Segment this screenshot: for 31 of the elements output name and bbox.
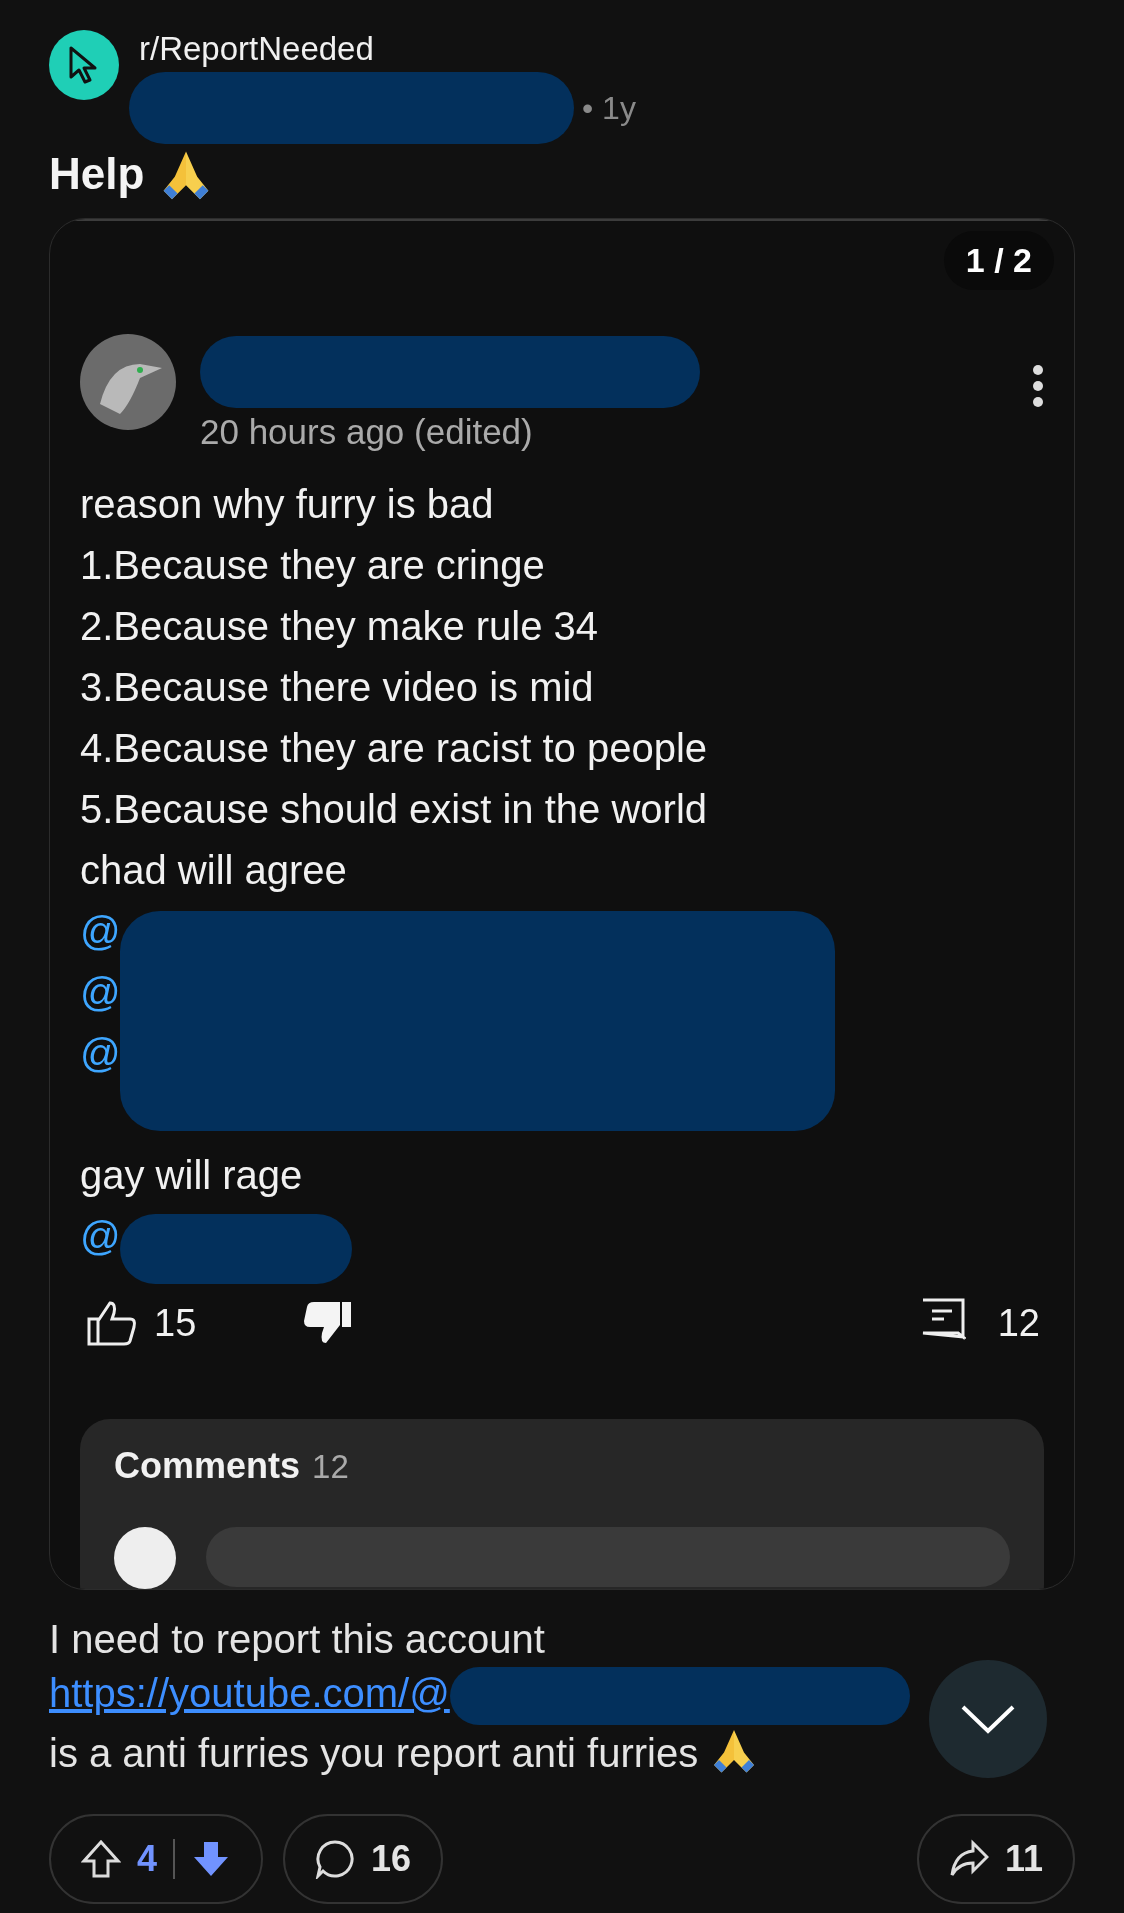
comments-count: 12 bbox=[312, 1448, 349, 1486]
share-button[interactable]: 11 bbox=[916, 1814, 1075, 1905]
comment-line: 2.Because they make rule 34 bbox=[80, 603, 599, 650]
post-title: Help bbox=[49, 149, 145, 199]
chevron-down-icon bbox=[960, 1704, 1016, 1734]
post-age: • 1y bbox=[582, 89, 636, 127]
profile-link[interactable]: https://youtube.com/@ bbox=[49, 1671, 450, 1715]
mention-link[interactable]: @ bbox=[80, 1206, 121, 1267]
comment-line: 3.Because there video is mid bbox=[80, 664, 594, 711]
reply-count: 12 bbox=[997, 1301, 1040, 1345]
mention-link[interactable]: @ bbox=[80, 901, 121, 962]
comment-line: 4.Because they are racist to people bbox=[80, 725, 708, 772]
comment-line: gay will rage bbox=[80, 1152, 303, 1199]
comment-line: 1.Because they are cringe bbox=[80, 542, 545, 589]
vote-button[interactable]: 4 bbox=[49, 1814, 264, 1905]
mention-link[interactable]: @ bbox=[80, 962, 121, 1023]
comment-time: 20 hours ago (edited) bbox=[200, 412, 534, 452]
comments-button[interactable]: 16 bbox=[283, 1814, 444, 1905]
upvote-icon bbox=[81, 1839, 121, 1880]
subreddit-name[interactable]: r/ReportNeeded bbox=[139, 30, 636, 68]
comments-heading: Comments bbox=[114, 1445, 301, 1487]
thumbs-up-icon[interactable] bbox=[86, 1299, 138, 1347]
like-count: 15 bbox=[154, 1301, 197, 1345]
comment-line: chad will agree bbox=[80, 847, 347, 894]
image-counter: 1 / 2 bbox=[943, 231, 1054, 290]
comment-bubble-icon bbox=[315, 1839, 356, 1880]
more-options-icon[interactable] bbox=[1032, 364, 1044, 408]
comments-panel[interactable]: Comments 12 bbox=[80, 1419, 1044, 1589]
comment-line: reason why furry is bad bbox=[80, 481, 494, 528]
mention-link[interactable]: @ bbox=[80, 1023, 121, 1084]
comment-line: 5.Because should exist in the world bbox=[80, 786, 708, 833]
